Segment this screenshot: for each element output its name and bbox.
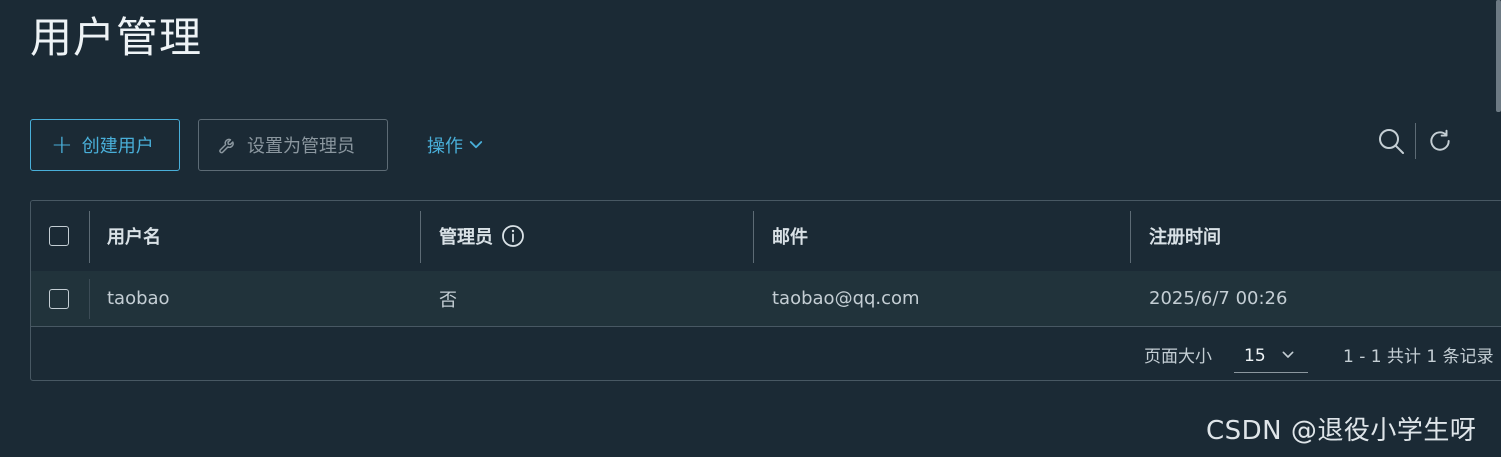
actions-label: 操作	[427, 136, 463, 157]
column-header-username[interactable]: 用户名	[107, 201, 161, 271]
select-all-checkbox[interactable]	[49, 226, 69, 246]
refresh-icon[interactable]	[1426, 127, 1454, 155]
table-row[interactable]: taobao 否 taobao@qq.com 2025/6/7 00:26	[31, 271, 1501, 327]
column-header-email[interactable]: 邮件	[772, 201, 808, 271]
column-divider[interactable]	[420, 211, 421, 263]
page-size-select[interactable]: 15	[1234, 339, 1308, 373]
column-header-admin[interactable]: 管理员	[439, 201, 525, 271]
datagrid-header: 用户名 管理员 邮件 注册时间	[31, 201, 1501, 272]
row-checkbox[interactable]	[49, 288, 69, 309]
watermark: CSDN @退役小学生呀	[1206, 416, 1477, 446]
chevron-down-icon	[1280, 347, 1296, 363]
toolbar-divider	[1415, 123, 1416, 159]
wrench-icon	[217, 134, 239, 156]
cell-username: taobao	[107, 288, 170, 309]
column-header-label: 管理员	[439, 227, 493, 248]
datagrid-footer: 页面大小 15 1 - 1 共计 1 条记录	[31, 327, 1501, 380]
page-title: 用户管理	[30, 13, 203, 62]
pagination-summary: 1 - 1 共计 1 条记录	[1343, 346, 1494, 367]
grid-tools	[1377, 121, 1454, 161]
column-divider[interactable]	[1130, 211, 1131, 263]
create-user-label: 创建用户	[81, 136, 154, 157]
row-divider	[89, 279, 90, 319]
column-header-registered[interactable]: 注册时间	[1149, 201, 1221, 271]
cell-registered: 2025/6/7 00:26	[1149, 288, 1288, 309]
user-management-page: 用户管理 + 创建用户 设置为管理员 操作 用户名 管理员 邮件 注册时间 ta…	[0, 0, 1501, 457]
search-icon[interactable]	[1377, 127, 1405, 155]
column-header-label: 用户名	[107, 227, 161, 248]
set-admin-button[interactable]: 设置为管理员	[198, 119, 388, 171]
info-icon[interactable]	[501, 224, 525, 248]
create-user-button[interactable]: + 创建用户	[30, 119, 180, 171]
select-all-cell	[31, 201, 89, 271]
actions-dropdown[interactable]: 操作	[427, 119, 485, 171]
column-divider[interactable]	[753, 211, 754, 263]
column-header-label: 邮件	[772, 227, 808, 248]
column-divider[interactable]	[89, 211, 90, 263]
cell-admin: 否	[439, 289, 457, 311]
page-size-label: 页面大小	[1144, 346, 1212, 367]
cell-email: taobao@qq.com	[772, 288, 920, 309]
page-size-value: 15	[1244, 345, 1266, 366]
column-header-label: 注册时间	[1149, 227, 1221, 248]
plus-icon: +	[51, 130, 73, 160]
set-admin-label: 设置为管理员	[247, 136, 355, 157]
scrollbar-thumb[interactable]	[1496, 0, 1501, 112]
user-datagrid: 用户名 管理员 邮件 注册时间 taobao 否 taobao@qq.com 2…	[30, 200, 1501, 381]
chevron-down-icon	[467, 136, 485, 154]
toolbar: + 创建用户 设置为管理员 操作	[30, 119, 1470, 173]
row-select-cell	[31, 271, 89, 326]
